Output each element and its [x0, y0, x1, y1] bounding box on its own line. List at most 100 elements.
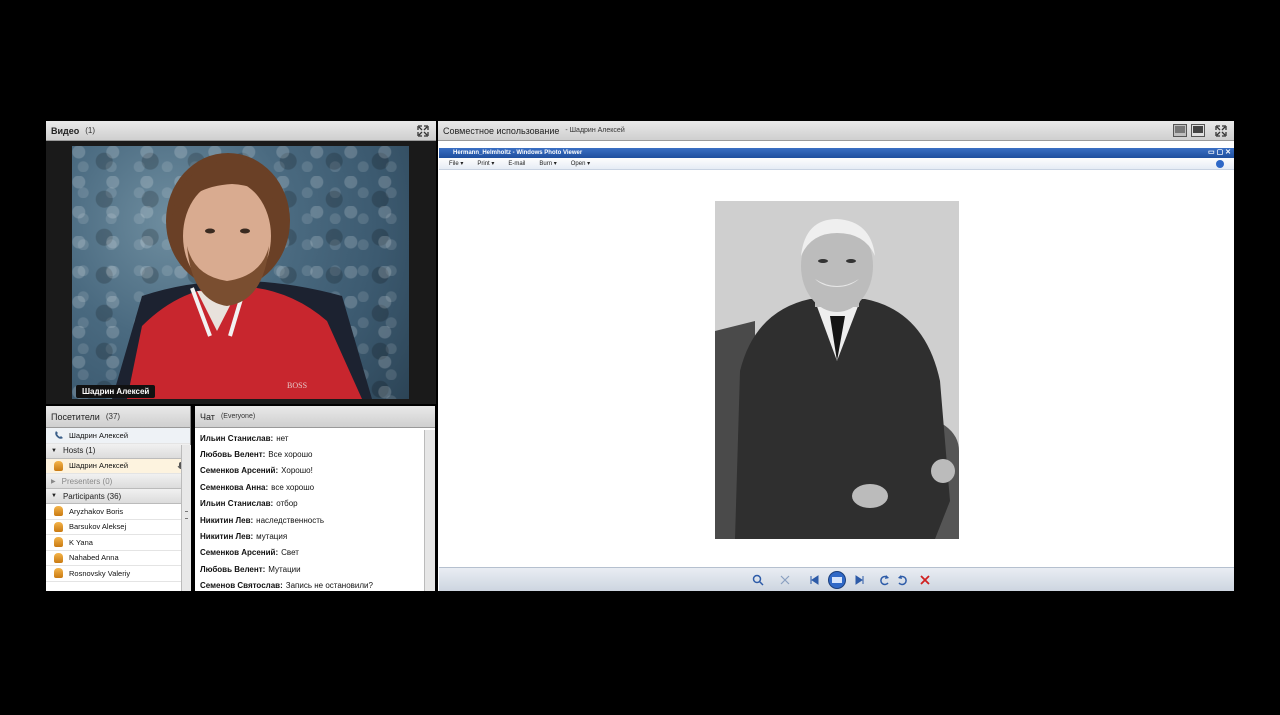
chat-text: Свет: [281, 548, 299, 558]
collapse-triangle-icon: ▼: [51, 493, 57, 499]
chat-message: Никитин Лев: мутация: [195, 528, 424, 544]
participant-row[interactable]: Rosnovsky Valeriy: [46, 566, 190, 582]
host-user-icon: [54, 460, 63, 471]
share-presenter: - Шадрин Алексей: [565, 127, 625, 134]
participant-name: Aryzhakov Boris: [69, 506, 124, 516]
help-icon[interactable]: [1216, 160, 1224, 168]
menu-open[interactable]: Open ▾: [571, 160, 590, 167]
rotate-left-icon[interactable]: [879, 574, 891, 586]
share-pod-header: Совместное использование - Шадрин Алексе…: [438, 121, 1234, 141]
host-name: Шадрин Алексей: [69, 461, 129, 471]
chat-message: Семенкова Анна: все хорошо: [195, 479, 424, 495]
user-icon: [54, 521, 63, 532]
scroll-grip-icon: [185, 511, 188, 519]
hosts-label: Hosts (1): [62, 446, 96, 455]
zoom-icon[interactable]: [752, 574, 764, 586]
expand-triangle-icon: ▶: [51, 478, 56, 485]
chat-message: Ильин Станислав: отбор: [195, 496, 424, 512]
chat-author: Семенков Арсений:: [200, 548, 279, 558]
participant-row[interactable]: Nahabed Anna: [46, 551, 190, 566]
chat-author: Любовь Велент:: [200, 450, 266, 460]
chat-scope: (Everyone): [220, 413, 256, 420]
user-icon: [54, 552, 63, 563]
menu-email[interactable]: E-mail: [508, 161, 525, 167]
chat-author: Ильин Станислав:: [200, 433, 274, 443]
chat-author: Семенкова Анна:: [200, 482, 269, 492]
chat-message: Никитин Лев: наследственность: [195, 512, 424, 528]
participant-name: Rosnovsky Valeriy: [69, 568, 131, 578]
next-icon[interactable]: [854, 574, 866, 586]
chat-pod: Чат (Everyone) Ильин Станислав: нет Любов…: [195, 406, 435, 591]
participants-section[interactable]: ▼ Participants (36): [46, 489, 190, 504]
chat-message: Семенков Арсений: Хорошо!: [195, 463, 424, 479]
attendees-pod-count: (37): [105, 412, 121, 421]
chat-text: наследственность: [256, 515, 325, 525]
participant-row[interactable]: K Yana: [46, 535, 190, 551]
user-icon: [54, 568, 63, 579]
participant-name: Nahabed Anna: [69, 553, 119, 563]
chat-author: Семенков Арсений:: [200, 466, 279, 476]
photo-canvas: [439, 171, 1234, 567]
photo-viewer-title: Hermann_Helmholtz - Windows Photo Viewer: [453, 150, 583, 156]
attendees-scrollbar[interactable]: [181, 445, 191, 591]
attendees-pod: Посетители (37) Шадрин Алексей ▼ Hosts (…: [46, 406, 191, 591]
fit-view-icon[interactable]: [1173, 124, 1187, 137]
maximize-icon[interactable]: [1215, 125, 1227, 137]
portrait-photo: [715, 201, 959, 539]
participant-row[interactable]: Aryzhakov Boris: [46, 504, 190, 520]
attendees-pod-header: Посетители (37): [46, 406, 190, 428]
chat-message: Семенков Арсений: Свет: [195, 545, 424, 561]
actual-size-icon[interactable]: [1191, 124, 1205, 137]
user-icon: [54, 506, 63, 517]
delete-icon[interactable]: [919, 574, 931, 586]
video-pod-header: Видео (1): [46, 121, 436, 141]
photo-viewer-title-bar: Hermann_Helmholtz - Windows Photo Viewer…: [439, 148, 1234, 158]
video-pod-count: (1): [85, 126, 96, 135]
chat-text: мутация: [256, 532, 288, 542]
webcam-video-feed: BOSS: [72, 146, 409, 399]
participant-name: K Yana: [69, 537, 93, 547]
chat-message: Любовь Велент: Мутации: [195, 561, 424, 577]
menu-burn[interactable]: Burn ▾: [539, 160, 556, 167]
current-user-name: Шадрин Алексей: [69, 430, 129, 440]
menu-file[interactable]: File ▾: [449, 160, 463, 167]
chat-text: Хорошо!: [281, 466, 313, 476]
current-user-row[interactable]: Шадрин Алексей: [46, 428, 190, 444]
maximize-icon[interactable]: [417, 125, 429, 137]
attendees-pod-title: Посетители: [51, 411, 100, 422]
chat-text: нет: [276, 433, 289, 443]
collapse-triangle-icon: ▼: [51, 447, 57, 454]
chat-text: отбор: [276, 499, 298, 509]
host-row[interactable]: Шадрин Алексей: [46, 458, 190, 474]
chat-author: Никитин Лев:: [200, 532, 254, 542]
chat-author: Никитин Лев:: [200, 515, 254, 525]
chat-text: Запись не остановили?: [285, 581, 373, 591]
chat-message: Любовь Велент: Все хорошо: [195, 446, 424, 462]
presenters-label: Presenters (0): [61, 476, 113, 486]
rotate-right-icon[interactable]: [896, 574, 908, 586]
presenters-section[interactable]: ▶ Presenters (0): [46, 474, 190, 489]
chat-text: Все хорошо: [268, 450, 313, 460]
menu-print[interactable]: Print ▾: [477, 160, 494, 167]
video-pod-title: Видео: [51, 125, 80, 136]
chat-pod-header: Чат (Everyone): [195, 406, 435, 428]
chat-message-list: Ильин Станислав: нет Любовь Велент: Все хо…: [195, 430, 424, 591]
phone-icon: [55, 431, 63, 440]
actual-size-icon[interactable]: [779, 574, 791, 586]
chat-message: Ильин Станислав: нет: [195, 430, 424, 446]
participant-row[interactable]: Barsukov Aleksej: [46, 520, 190, 535]
hosts-section[interactable]: ▼ Hosts (1): [46, 443, 190, 459]
share-pod: Совместное использование - Шадрин Алексе…: [438, 121, 1234, 591]
slideshow-icon[interactable]: [827, 571, 847, 589]
chat-pod-title: Чат: [200, 411, 215, 422]
chat-author: Ильин Станислав:: [200, 499, 274, 509]
chat-text: все хорошо: [271, 482, 315, 492]
share-pod-title: Совместное использование: [443, 125, 560, 136]
window-controls-icon: ▭ ▢ ✕: [1208, 149, 1231, 156]
chat-author: Любовь Велент:: [200, 564, 266, 574]
chat-author: Семенов Святослав:: [200, 581, 283, 591]
previous-icon[interactable]: [808, 574, 820, 586]
chat-scrollbar[interactable]: [424, 430, 435, 591]
video-name-tag: Шадрин Алексей: [76, 385, 156, 398]
chat-text: Мутации: [268, 564, 301, 574]
